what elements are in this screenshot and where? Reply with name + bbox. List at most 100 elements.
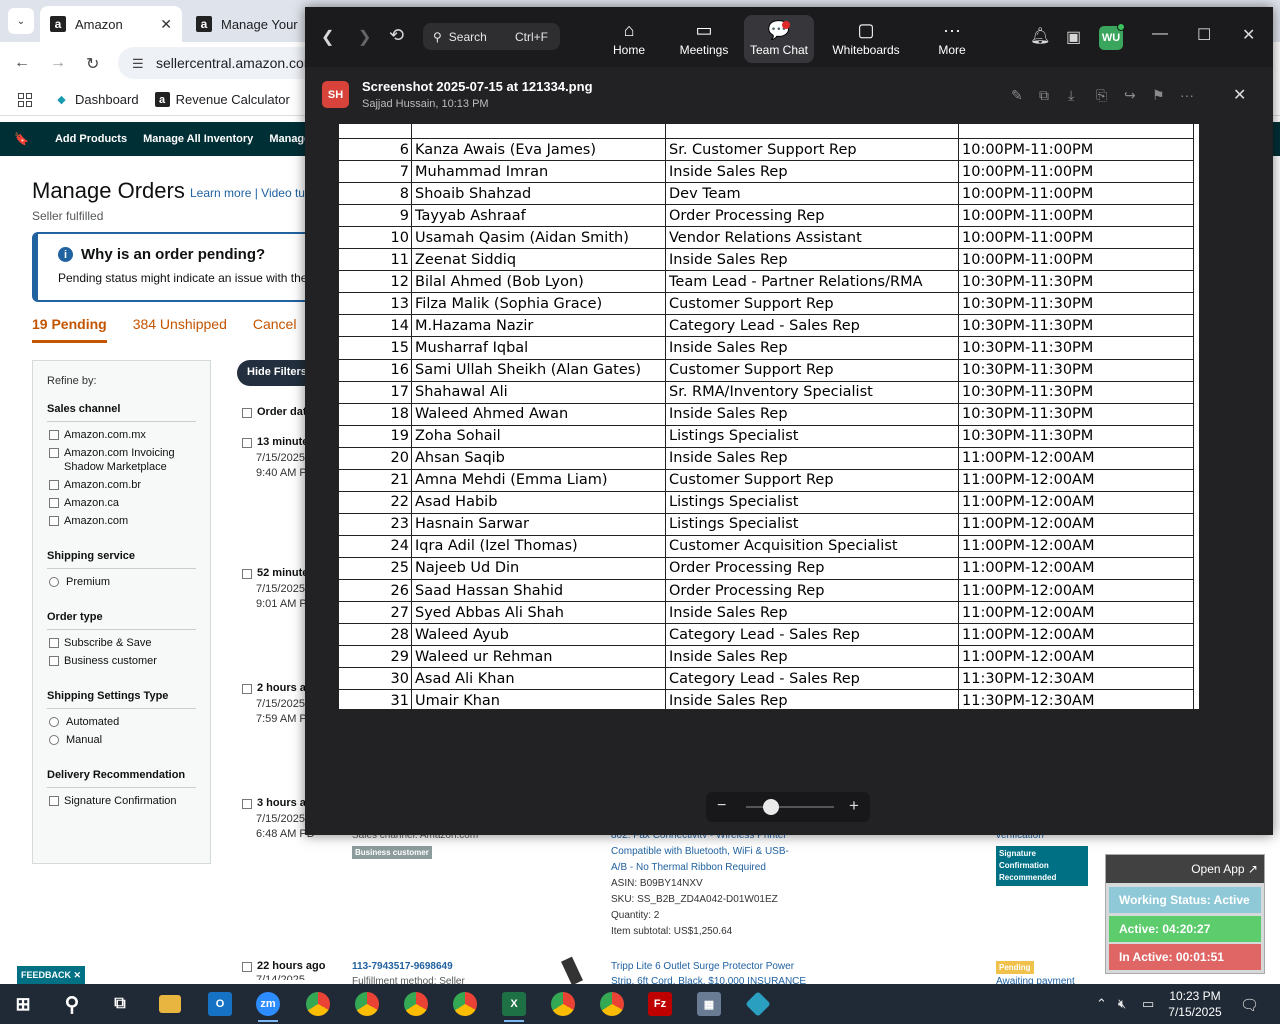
filter-option[interactable]: Signature Confirmation [47, 794, 196, 808]
filter-option[interactable]: Amazon.ca [47, 496, 196, 510]
more-icon[interactable]: ··· [1180, 87, 1194, 103]
filter-option[interactable]: Amazon.com Invoicing Shadow Marketplace [47, 446, 196, 474]
notification-icon[interactable]: 🗨︎ [1240, 996, 1259, 1014]
checkbox[interactable] [49, 448, 59, 458]
close-icon[interactable]: ✕ [160, 16, 172, 33]
share-icon[interactable]: ↪ [1124, 87, 1136, 104]
task-view-icon[interactable]: ⧉ [100, 988, 140, 1020]
taskbar-clock[interactable]: 10:23 PM 7/15/2025 [1160, 988, 1230, 1020]
speaker-muted-icon[interactable]: 🔇︎ [1118, 996, 1126, 1012]
forward-arrow-icon[interactable]: → [50, 54, 66, 72]
tab-pending[interactable]: 19 Pending [32, 316, 107, 343]
bookmark-icon[interactable]: 🔖 [14, 132, 29, 146]
zoom-slider-track[interactable] [746, 806, 834, 808]
radio[interactable] [49, 577, 59, 587]
site-info-icon[interactable]: ☰ [132, 56, 144, 72]
chevron-up-icon[interactable]: ⌃ [1096, 996, 1107, 1012]
bell-icon[interactable]: 🔔︎ [1030, 26, 1050, 46]
search-input[interactable]: ⚲ Search Ctrl+F [423, 23, 560, 50]
file-explorer-icon[interactable] [150, 988, 190, 1020]
filter-option[interactable]: Business customer [47, 654, 196, 668]
tab-more[interactable]: ··· More [930, 15, 974, 63]
filter-option[interactable]: Amazon.com [47, 514, 196, 528]
filter-option[interactable]: Amazon.com.br [47, 478, 196, 492]
nav-add-products[interactable]: Add Products [55, 133, 127, 145]
tab-whiteboards[interactable]: ▢ Whiteboards [825, 15, 907, 63]
tab-search-button[interactable]: ⌄ [8, 8, 34, 34]
reload-icon[interactable]: ↻ [86, 54, 99, 74]
zoom-slider-handle[interactable] [763, 799, 779, 815]
tab-unshipped[interactable]: 384 Unshipped [133, 316, 227, 343]
feedback-button[interactable]: FEEDBACK ✕ [17, 966, 85, 984]
checkbox[interactable] [49, 498, 59, 508]
bookmark-icon[interactable]: ⚑ [1152, 87, 1165, 104]
chrome-profile-icon[interactable] [396, 988, 436, 1020]
checkbox[interactable] [49, 796, 59, 806]
bookmark-dashboard[interactable]: ◆ Dashboard [54, 92, 138, 107]
chrome-profile-icon[interactable] [347, 988, 387, 1020]
chrome-icon[interactable] [298, 988, 338, 1020]
checkbox[interactable] [242, 962, 252, 972]
open-app-button[interactable]: Open App ↗ [1106, 855, 1264, 883]
tab-cancelled[interactable]: Cancel [253, 316, 297, 343]
checkbox[interactable] [242, 684, 252, 694]
close-icon[interactable]: ✕ [1233, 85, 1246, 105]
checkbox[interactable] [242, 408, 252, 418]
tab-home[interactable]: ⌂ Home [604, 15, 654, 63]
download-icon[interactable]: ⤓ [1068, 87, 1074, 104]
close-icon[interactable]: ✕ [1242, 25, 1255, 45]
filezilla-icon[interactable]: Fz [640, 988, 680, 1020]
browser-tab-amazon[interactable]: a Amazon ✕ [40, 6, 182, 42]
edit-icon[interactable]: ✎ [1011, 87, 1023, 104]
checkbox[interactable] [242, 438, 252, 448]
chrome-profile-icon[interactable] [592, 988, 632, 1020]
forward-arrow-icon[interactable]: ❯ [358, 27, 371, 47]
bookmark-revenue-calculator[interactable]: a Revenue Calculator [154, 92, 290, 107]
app-diamond-icon[interactable] [738, 988, 778, 1020]
back-arrow-icon[interactable]: ← [14, 54, 30, 72]
tab-team-chat[interactable]: 💬 Team Chat [744, 15, 814, 63]
windows-start-icon[interactable]: ⊞ [3, 988, 43, 1020]
search-icon[interactable]: ⚲ [52, 988, 92, 1020]
product-title-line[interactable]: A/B - No Thermal Ribbon Required [611, 862, 766, 873]
filter-option[interactable]: Amazon.com.mx [47, 428, 196, 442]
copy-icon[interactable]: ⎘ [1096, 87, 1107, 104]
radio[interactable] [49, 717, 59, 727]
history-icon[interactable]: ⟲ [389, 25, 404, 46]
product-title-line[interactable]: Strip, 6ft Cord, Black, $10,000 INSURANC… [611, 976, 806, 984]
order-id-link[interactable]: 113-7943517-9698649 [352, 961, 453, 972]
zoom-app-icon[interactable]: zm [248, 988, 288, 1022]
checkbox[interactable] [49, 638, 59, 648]
calculator-icon[interactable]: ▦ [689, 988, 729, 1020]
filter-option[interactable]: Automated [47, 715, 196, 729]
table-cell-num: 9 [338, 204, 412, 228]
product-title-line[interactable]: Compatible with Bluetooth, WiFi & USB- [611, 846, 789, 857]
zoom-in-icon[interactable]: + [849, 796, 859, 816]
tab-meetings[interactable]: ▭ Meetings [675, 15, 733, 63]
product-title-line[interactable]: Tripp Lite 6 Outlet Surge Protector Powe… [611, 961, 794, 972]
open-external-icon[interactable]: ⧉ [1039, 87, 1049, 104]
radio[interactable] [49, 735, 59, 745]
filter-option[interactable]: Premium [47, 575, 196, 589]
chrome-profile-icon[interactable] [445, 988, 485, 1020]
apps-grid-icon[interactable] [18, 92, 32, 107]
outlook-icon[interactable]: O [200, 988, 240, 1020]
zoom-out-icon[interactable]: − [717, 797, 726, 815]
checkbox[interactable] [49, 480, 59, 490]
network-icon[interactable]: ▭ [1142, 996, 1154, 1012]
learn-more-link[interactable]: Learn more | Video tut [190, 186, 308, 200]
checkbox[interactable] [242, 799, 252, 809]
filter-option[interactable]: Subscribe & Save [47, 636, 196, 650]
minimize-icon[interactable]: — [1152, 25, 1168, 43]
filter-option[interactable]: Manual [47, 733, 196, 747]
checkbox[interactable] [49, 430, 59, 440]
checkbox[interactable] [49, 656, 59, 666]
nav-manage-inventory[interactable]: Manage All Inventory [143, 133, 253, 145]
chrome-profile-icon[interactable] [543, 988, 583, 1020]
back-arrow-icon[interactable]: ❮ [321, 27, 334, 47]
calendar-icon[interactable]: ▣ [1066, 27, 1081, 47]
checkbox[interactable] [242, 569, 252, 579]
excel-icon[interactable]: X [494, 988, 534, 1022]
maximize-icon[interactable]: ☐ [1197, 25, 1211, 45]
checkbox[interactable] [49, 516, 59, 526]
